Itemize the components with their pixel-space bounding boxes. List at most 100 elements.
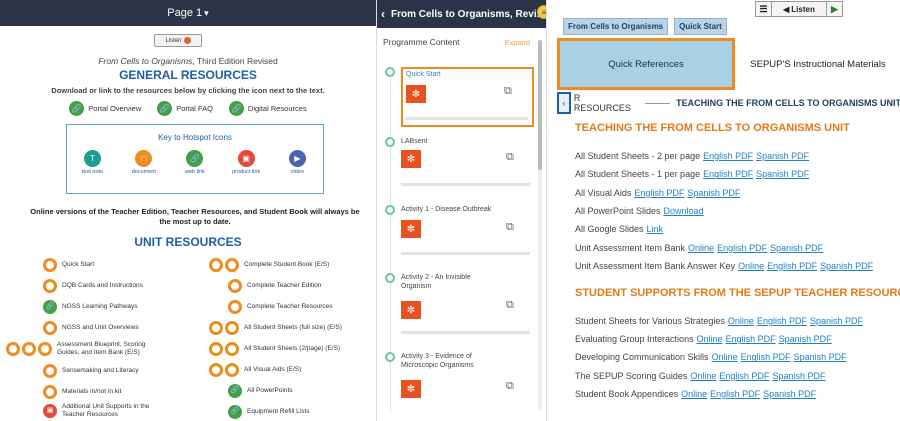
unit-resource-item[interactable]: 🔗 NGSS Learning Pathways	[43, 300, 138, 314]
unit-resource-item[interactable]: Sensemaking and Literacy	[43, 364, 139, 378]
hotspot-key-box: Key to Hotspot Icons Ttext note □ documen…	[66, 124, 324, 194]
listen-toolbar[interactable]: ☰ ◀ Listen ▶	[755, 1, 843, 17]
copy-icon[interactable]: ⧉	[504, 85, 516, 99]
pdf-viewer-pane[interactable]: Page 1 ▾ Listen From Cells to Organisms,…	[0, 0, 376, 421]
unit-resource-item[interactable]: Assessment Blueprint, Scoring Guides, an…	[6, 341, 166, 357]
resource-link[interactable]: Spanish PDF	[763, 389, 816, 399]
unit-resources-title: UNIT RESOURCES	[134, 235, 242, 249]
unit-resource-label: DQB Cards and Instructions	[62, 282, 143, 290]
unit-resource-item[interactable]: Complete Teacher Edition	[228, 279, 321, 293]
module-card[interactable]: Activity 3 - Evidence of Microscopic Org…	[401, 352, 534, 412]
unit-resource-item[interactable]: All Student Sheets (2/page) (E/S)	[209, 342, 340, 356]
resource-link[interactable]: Online	[690, 371, 716, 381]
resource-row: All Google Slides Link	[575, 224, 663, 234]
hotspot-key-title: Key to Hotspot Icons	[158, 133, 232, 142]
module-title: Quick Start	[406, 71, 441, 78]
copy-icon[interactable]: ⧉	[506, 380, 518, 394]
resource-row: Unit Assessment Item Bank Answer Key Onli…	[575, 261, 873, 271]
resource-row-label: All Student Sheets - 2 per page	[575, 151, 701, 161]
listen-mini-button[interactable]: Listen	[154, 34, 202, 47]
resource-link[interactable]: English PDF	[717, 243, 767, 253]
hamburger-menu-icon[interactable]: ☰	[756, 2, 772, 16]
unit-resource-item[interactable]: All Student Sheets (full size) (E/S)	[209, 321, 342, 335]
resource-link[interactable]: Spanish PDF	[794, 352, 847, 362]
listen-button[interactable]: ◀ Listen	[772, 5, 826, 14]
scrollbar[interactable]	[538, 40, 542, 410]
hotspot-key-label: text note	[82, 169, 104, 175]
resource-link[interactable]: Online	[712, 352, 738, 362]
copy-icon[interactable]: ⧉	[506, 221, 518, 235]
resource-link[interactable]: Online	[738, 261, 764, 271]
module-card[interactable]: Quick Start ✼ ⧉	[401, 67, 534, 127]
resource-link[interactable]: English PDF	[719, 371, 769, 381]
resource-link[interactable]: English PDF	[741, 352, 791, 362]
page-selector[interactable]: Page 1 ▾	[0, 0, 376, 26]
resource-link[interactable]: Spanish PDF	[779, 334, 832, 344]
resource-link[interactable]: Online	[688, 243, 714, 253]
resource-link[interactable]: English PDF	[634, 188, 684, 198]
resource-link[interactable]: Spanish PDF	[810, 316, 863, 326]
resource-link[interactable]: Download	[664, 206, 704, 216]
unit-resource-item[interactable]: 🔗 Equipment Refill Lists	[228, 405, 310, 419]
unit-resource-item[interactable]: All Visual Aids (E/S)	[209, 363, 301, 377]
unit-resource-item[interactable]: ▣ Additional Unit Supports in the Teacher…	[43, 403, 173, 419]
resource-link[interactable]: Spanish PDF	[756, 151, 809, 161]
menu-toggle-icon[interactable]: ≡	[537, 5, 546, 19]
module-card[interactable]: Activity 2 - An Invisible Organism ✼ ⧉	[401, 273, 534, 338]
resource-link[interactable]: English PDF	[703, 151, 753, 161]
digital-resources-link[interactable]: 🔗 Digital Resources	[228, 101, 307, 116]
product-link-icon: ▣	[43, 403, 57, 418]
resource-link[interactable]: English PDF	[757, 316, 807, 326]
scrollbar-thumb[interactable]	[538, 40, 542, 170]
module-card[interactable]: LABsent ✼ ⧉	[401, 137, 534, 192]
resource-link[interactable]: Online	[728, 316, 754, 326]
back-chevron-icon[interactable]: ‹	[381, 7, 385, 21]
resource-row: All Student Sheets - 2 per page English P…	[575, 151, 809, 161]
resource-link[interactable]: Spanish PDF	[820, 261, 873, 271]
unit-resource-item[interactable]: Quick Start	[43, 258, 94, 272]
resource-link[interactable]: Spanish PDF	[756, 169, 809, 179]
tab-quick-references[interactable]: Quick References	[557, 38, 735, 90]
document-icon	[43, 385, 57, 399]
portal-overview-link[interactable]: 🔗 Portal Overview	[69, 101, 141, 116]
resource-link[interactable]: English PDF	[703, 169, 753, 179]
unit-resource-item[interactable]: DQB Cards and Instructions	[43, 279, 143, 293]
copy-icon[interactable]: ⧉	[506, 151, 518, 165]
resource-row-label: Student Sheets for Various Strategies	[575, 316, 725, 326]
module-item-quick-start[interactable]: Quick Start ✼ ⧉	[383, 67, 534, 127]
resource-link[interactable]: English PDF	[710, 389, 760, 399]
unit-resource-item[interactable]: NGSS and Unit Overviews	[43, 321, 139, 335]
previous-section-label[interactable]: R RESOURCES	[574, 93, 639, 113]
app-root: Page 1 ▾ Listen From Cells to Organisms,…	[0, 0, 900, 421]
resource-link[interactable]: Spanish PDF	[687, 188, 740, 198]
resource-link[interactable]: Online	[681, 389, 707, 399]
timeline-node	[385, 205, 395, 215]
tab-instructional-materials[interactable]: SEPUP'S Instructional Materials	[735, 38, 900, 90]
unit-resource-item[interactable]: Materials in/not in kit	[43, 385, 121, 399]
unit-resource-item[interactable]: Complete Student Book (E/S)	[209, 258, 329, 272]
hotspot-key-label: document	[131, 169, 156, 175]
previous-section-button[interactable]: ‹	[557, 92, 571, 114]
resource-row: All Visual Aids English PDF Spanish PDF	[575, 188, 740, 198]
resource-row-label: All Student Sheets - 1 per page	[575, 169, 701, 180]
resource-link[interactable]: Online	[697, 334, 723, 344]
portal-faq-link[interactable]: 🔗 Portal FAQ	[157, 101, 213, 116]
web-link-icon: 🔗	[228, 101, 244, 116]
resource-link[interactable]: Spanish PDF	[772, 371, 825, 381]
breadcrumb-quick-start[interactable]: Quick Start	[674, 18, 727, 35]
nav-divider	[644, 102, 671, 104]
resource-link[interactable]: English PDF	[767, 261, 817, 271]
programme-content-pane: ‹ From Cells to Organisms, Revi... ≡ Pro…	[376, 0, 546, 421]
resource-link[interactable]: Link	[647, 224, 664, 234]
breadcrumb-unit[interactable]: From Cells to Organisms	[563, 18, 669, 35]
play-icon[interactable]: ▶	[826, 2, 842, 16]
resource-link[interactable]: Spanish PDF	[770, 243, 823, 253]
resource-link[interactable]: English PDF	[726, 334, 776, 344]
copy-icon[interactable]: ⧉	[506, 299, 518, 313]
chevron-down-icon: ▾	[204, 7, 209, 18]
module-card[interactable]: Activity 1 - Disease Outbreak ✼ ⧉	[401, 205, 534, 260]
resource-row-label: Student Book Appendices	[575, 388, 679, 399]
unit-resource-item[interactable]: 🔗 All PowerPoints	[228, 384, 293, 398]
expand-button[interactable]: Expand	[505, 38, 530, 47]
unit-resource-item[interactable]: Complete Teacher Resources	[228, 300, 333, 314]
